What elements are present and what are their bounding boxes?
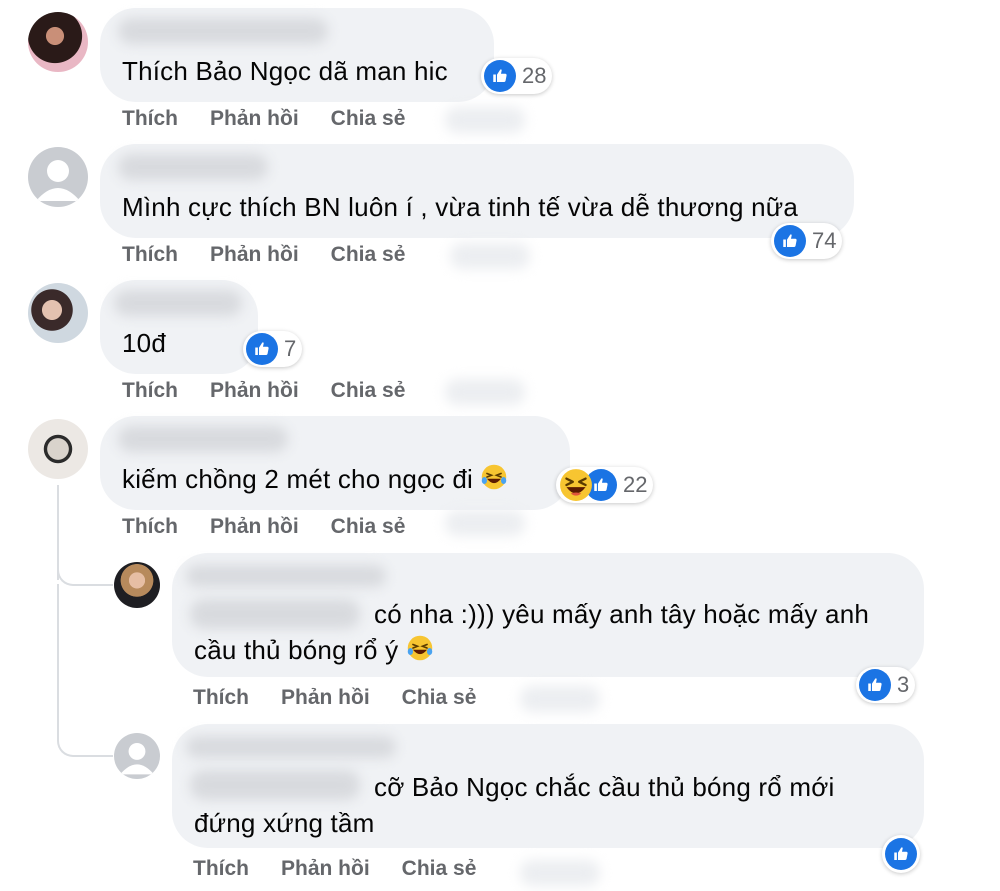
share-button[interactable]: Chia sẻ	[331, 107, 406, 131]
reply-bubble: cỡ Bảo Ngọc chắc cầu thủ bóng rổ mới đứn…	[172, 724, 924, 848]
reply-text-line2: đứng xứng tầm	[194, 808, 375, 838]
share-button[interactable]: Chia sẻ	[331, 379, 406, 403]
default-avatar-icon[interactable]	[28, 147, 88, 207]
thread-connector	[57, 560, 113, 586]
timestamp-blurred[interactable]	[520, 686, 600, 712]
reaction-summary[interactable]: 3	[856, 667, 916, 703]
reaction-count: 28	[522, 63, 547, 88]
haha-icon	[559, 468, 593, 502]
reaction-count: 3	[897, 672, 910, 697]
reply-text-content: cầu thủ bóng rổ ý	[194, 635, 399, 665]
reaction-count: 74	[812, 228, 837, 253]
reply-button[interactable]: Phản hồi	[210, 379, 299, 403]
laughing-emoji-icon	[480, 463, 508, 491]
default-avatar-icon[interactable]	[114, 733, 160, 779]
comment-actions: Thích Phản hồi Chia sẻ	[122, 243, 405, 267]
reply-text-line1: cỡ Bảo Ngọc chắc cầu thủ bóng rổ mới	[374, 772, 835, 802]
avatar[interactable]	[28, 283, 88, 343]
reply-button[interactable]: Phản hồi	[281, 686, 370, 710]
comment-bubble: Mình cực thích BN luôn í , vừa tinh tế v…	[100, 144, 854, 238]
avatar[interactable]	[28, 12, 88, 72]
comment-actions: Thích Phản hồi Chia sẻ	[122, 379, 405, 403]
reaction-count: 22	[623, 472, 648, 497]
reply-bubble: có nha :))) yêu mấy anh tây hoặc mấy anh…	[172, 553, 924, 677]
avatar[interactable]	[114, 562, 160, 608]
reaction-summary[interactable]: 28	[481, 58, 553, 94]
share-button[interactable]: Chia sẻ	[402, 857, 477, 881]
author-name-blurred[interactable]	[118, 154, 268, 180]
like-button[interactable]: Thích	[122, 243, 178, 267]
like-icon	[859, 669, 891, 701]
comment-actions: Thích Phản hồi Chia sẻ	[122, 515, 405, 539]
comment-bubble: 10đ	[100, 280, 258, 374]
reply-button[interactable]: Phản hồi	[281, 857, 370, 881]
comment-bubble: Thích Bảo Ngọc dã man hic	[100, 8, 494, 102]
comment-text: 10đ	[122, 328, 166, 358]
timestamp-blurred[interactable]	[445, 107, 525, 133]
share-button[interactable]: Chia sẻ	[402, 686, 477, 710]
reply-button[interactable]: Phản hồi	[210, 107, 299, 131]
like-icon	[484, 60, 516, 92]
author-name-blurred[interactable]	[118, 426, 288, 452]
author-name-blurred[interactable]	[114, 290, 242, 316]
thread-line	[57, 584, 59, 734]
tagged-name-blurred[interactable]	[190, 770, 360, 800]
tagged-name-blurred[interactable]	[190, 599, 360, 629]
reaction-summary[interactable]: 22	[556, 467, 654, 503]
comment-bubble: kiếm chồng 2 mét cho ngọc đi	[100, 416, 570, 510]
reply-button[interactable]: Phản hồi	[210, 243, 299, 267]
comment-text: Thích Bảo Ngọc dã man hic	[122, 56, 448, 86]
reaction-summary[interactable]: 74	[771, 223, 843, 259]
reaction-summary[interactable]: 7	[243, 331, 303, 367]
like-button[interactable]: Thích	[193, 686, 249, 710]
reply-text-line2: cầu thủ bóng rổ ý	[194, 633, 434, 667]
reply-actions: Thích Phản hồi Chia sẻ	[193, 857, 476, 881]
author-name-blurred[interactable]	[118, 18, 328, 44]
timestamp-blurred[interactable]	[520, 860, 600, 886]
like-icon	[774, 225, 806, 257]
like-button[interactable]: Thích	[193, 857, 249, 881]
timestamp-blurred[interactable]	[450, 243, 530, 269]
comment-actions: Thích Phản hồi Chia sẻ	[122, 107, 405, 131]
timestamp-blurred[interactable]	[445, 379, 525, 405]
comment-text-content: kiếm chồng 2 mét cho ngọc đi	[122, 464, 474, 494]
like-button[interactable]: Thích	[122, 379, 178, 403]
like-button[interactable]: Thích	[122, 515, 178, 539]
comment-text: kiếm chồng 2 mét cho ngọc đi	[122, 462, 508, 496]
author-name-blurred[interactable]	[186, 565, 386, 587]
like-icon	[246, 333, 278, 365]
reply-button[interactable]: Phản hồi	[210, 515, 299, 539]
reaction-count: 7	[284, 336, 297, 361]
reply-text-line1: có nha :))) yêu mấy anh tây hoặc mấy anh	[374, 599, 870, 629]
like-icon	[885, 838, 917, 870]
laughing-emoji-icon	[406, 634, 434, 662]
share-button[interactable]: Chia sẻ	[331, 243, 406, 267]
avatar[interactable]	[28, 419, 88, 479]
comment-text: Mình cực thích BN luôn í , vừa tinh tế v…	[122, 192, 799, 222]
share-button[interactable]: Chia sẻ	[331, 515, 406, 539]
author-name-blurred[interactable]	[186, 736, 396, 758]
thread-connector	[57, 731, 113, 757]
reply-actions: Thích Phản hồi Chia sẻ	[193, 686, 476, 710]
like-button[interactable]: Thích	[122, 107, 178, 131]
timestamp-blurred[interactable]	[445, 510, 525, 536]
reaction-summary[interactable]	[882, 835, 920, 873]
